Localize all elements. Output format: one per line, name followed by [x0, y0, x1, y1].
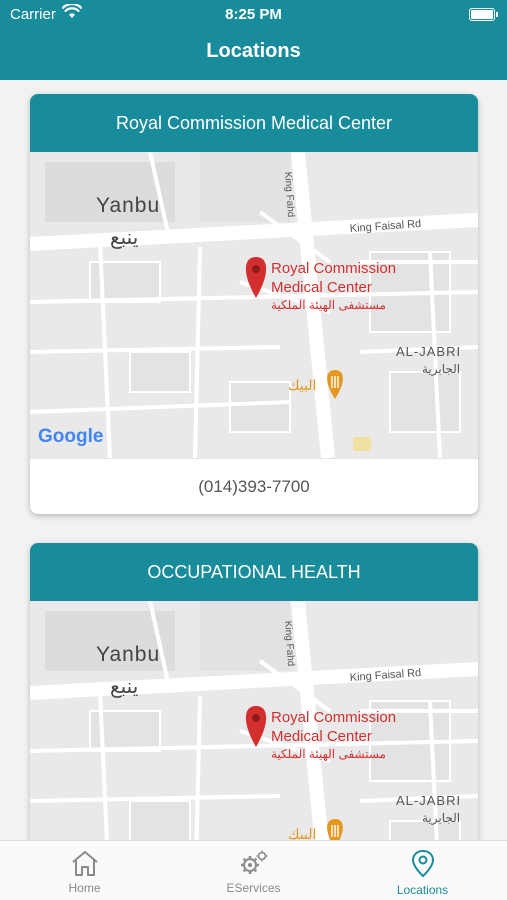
- location-title: OCCUPATIONAL HEALTH: [30, 543, 478, 601]
- marker-label-line1: Royal Commission: [271, 709, 396, 726]
- poi-label: البيك: [288, 377, 316, 393]
- tab-home[interactable]: Home: [0, 841, 169, 900]
- location-title: Royal Commission Medical Center: [30, 94, 478, 152]
- map-city-label: Yanbu: [96, 194, 160, 217]
- clock: 8:25 PM: [225, 6, 282, 23]
- status-bar: Carrier 8:25 PM: [0, 0, 507, 30]
- gear-icon: [240, 850, 267, 874]
- home-icon: [71, 851, 98, 876]
- marker-label-ar: مستشفى الهيئة الملكية: [271, 298, 386, 312]
- tab-home-label: Home: [68, 881, 101, 895]
- tab-locations[interactable]: Locations: [338, 841, 507, 900]
- marker-label-ar: مستشفى الهيئة الملكية: [271, 747, 386, 761]
- page-title: Locations: [206, 40, 301, 62]
- navigation-bar: Carrier 8:25 PM Locations: [0, 0, 507, 80]
- google-logo: Google: [38, 426, 103, 447]
- map-district-label: AL-JABRI: [396, 344, 461, 359]
- marker-label-line2: Medical Center: [271, 728, 372, 745]
- location-pin-icon: [411, 849, 434, 878]
- tab-bar: Home EServices Locations: [0, 840, 507, 900]
- tab-locations-label: Locations: [396, 883, 449, 897]
- marker-label-line2: Medical Center: [271, 279, 372, 296]
- map-district-label: AL-JABRI: [396, 793, 461, 808]
- location-card[interactable]: Royal Commission Medical Center King Fah…: [30, 94, 478, 514]
- map-district-label-ar: الجابرية: [422, 811, 460, 825]
- marker-label-line1: Royal Commission: [271, 260, 396, 277]
- map-district-label-ar: الجابرية: [422, 362, 460, 376]
- map-city-label-ar: ينبع: [110, 676, 138, 698]
- map-city-label-ar: ينبع: [110, 227, 138, 249]
- map-city-label: Yanbu: [96, 643, 160, 666]
- location-map[interactable]: King Fahd King Faisal Rd Yanbu ينبع AL-J…: [30, 152, 478, 458]
- battery-icon: [469, 8, 498, 21]
- phone-number[interactable]: (014)393-7700: [30, 458, 478, 514]
- tab-eservices-label: EServices: [226, 881, 281, 895]
- tab-eservices[interactable]: EServices: [169, 841, 338, 900]
